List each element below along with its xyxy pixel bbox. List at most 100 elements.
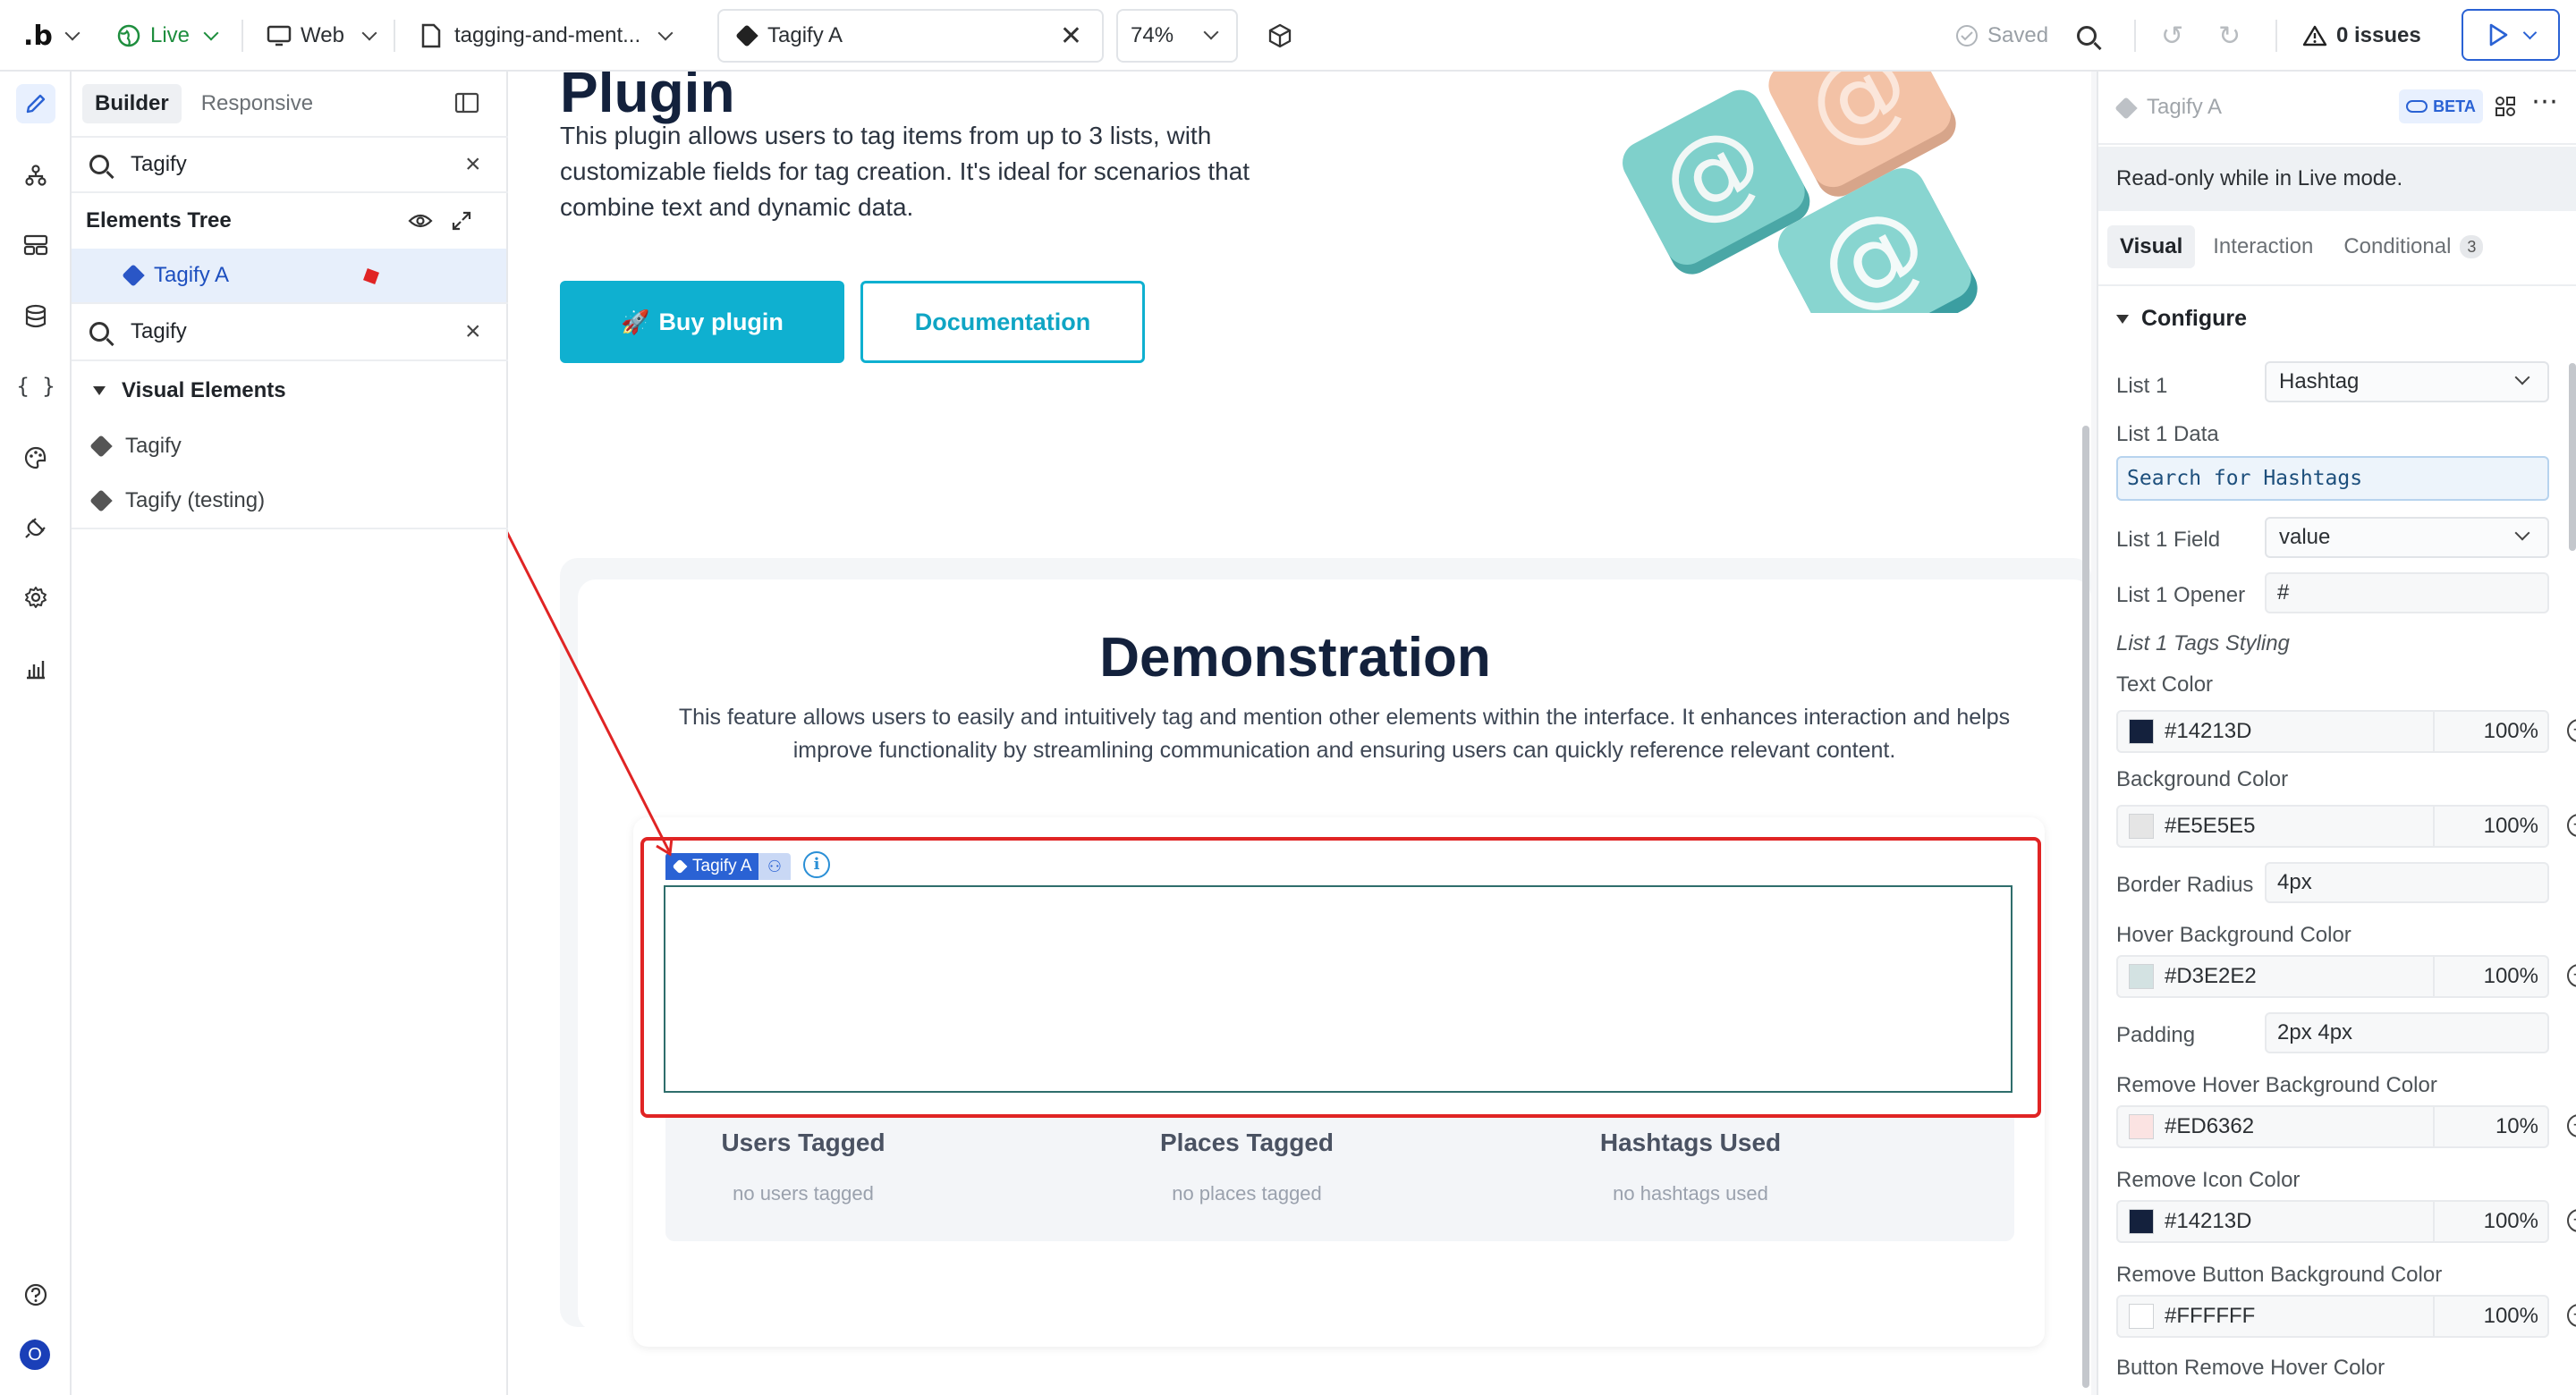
color-swatch[interactable] (2129, 1114, 2154, 1139)
page-label: tagging-and-ment... (454, 23, 641, 47)
list1-field-select[interactable]: value (2265, 517, 2549, 558)
color-swatch[interactable] (2129, 1209, 2154, 1234)
plus-circle-icon[interactable]: + (2567, 1209, 2576, 1232)
user-avatar[interactable]: O (20, 1340, 50, 1370)
monitor-icon (267, 25, 292, 46)
tab-visual[interactable]: Visual (2107, 225, 2196, 268)
selected-element-label: Tagify A (767, 23, 843, 47)
page-selector[interactable]: tagging-and-ment... (420, 0, 674, 72)
padding-label: Padding (2116, 1023, 2196, 1047)
canvas[interactable]: Plugin This plugin allows users to tag i… (508, 72, 2097, 1395)
hover-bg-field[interactable]: #D3E2E2 100% (2116, 955, 2549, 998)
caret-down-icon (93, 386, 106, 395)
rail-plugins-button[interactable] (16, 508, 55, 547)
properties-header: Tagify A BETA ⋯ (2098, 72, 2576, 145)
color-opacity[interactable]: 100% (2433, 1297, 2547, 1336)
color-opacity[interactable]: 100% (2433, 1202, 2547, 1241)
tab-interaction[interactable]: Interaction (2200, 225, 2326, 268)
element-search-input[interactable]: Tagify (131, 152, 187, 177)
button-remove-hover-label: Button Remove Hover Color (2116, 1356, 2385, 1380)
visual-elements-search-input[interactable]: Tagify (131, 319, 187, 344)
drag-handle[interactable] (363, 268, 379, 284)
color-opacity[interactable]: 10% (2433, 1107, 2547, 1146)
remove-btn-bg-field[interactable]: #FFFFFF 100% (2116, 1295, 2549, 1338)
tree-item-tagify-a[interactable]: Tagify A (72, 249, 506, 302)
color-swatch[interactable] (2129, 964, 2154, 989)
border-radius-input[interactable]: 4px (2265, 862, 2549, 903)
close-icon[interactable]: ✕ (1060, 21, 1082, 52)
canvas-scrollbar[interactable] (2082, 426, 2089, 1388)
device-selector[interactable]: Web (267, 0, 377, 72)
clear-search-icon[interactable]: × (465, 149, 481, 180)
tree-item-label: Tagify A (154, 263, 230, 287)
saved-label: Saved (1987, 23, 2049, 47)
remove-icon-field[interactable]: #14213D 100% (2116, 1200, 2549, 1243)
rail-design-button[interactable] (16, 84, 55, 123)
more-icon[interactable]: ⋯ (2531, 86, 2558, 117)
toggle-icon (2406, 100, 2428, 113)
list-item[interactable]: Tagify (testing) (72, 474, 508, 529)
zoom-selector[interactable]: 74% (1116, 9, 1238, 63)
color-hex: #D3E2E2 (2165, 964, 2257, 988)
rail-data-button[interactable] (16, 297, 55, 336)
color-swatch[interactable] (2129, 719, 2154, 744)
list1-select[interactable]: Hashtag (2265, 361, 2549, 402)
list1-value: Hashtag (2279, 369, 2360, 393)
list-item[interactable]: Tagify (72, 418, 508, 474)
undo-button[interactable]: ↺ (2161, 0, 2183, 72)
rail-styles-button[interactable] (16, 438, 55, 478)
configure-section-header[interactable]: Configure (2116, 306, 2247, 332)
color-opacity[interactable]: 100% (2433, 712, 2547, 751)
issues-button[interactable]: 0 issues (2302, 0, 2421, 72)
search-button[interactable] (2077, 0, 2097, 72)
preview-button[interactable] (2462, 9, 2560, 61)
visual-elements-search[interactable]: Tagify × (72, 304, 508, 361)
list1-data-label: List 1 Data (2116, 422, 2219, 446)
expand-icon[interactable] (451, 210, 472, 232)
env-selector[interactable]: Live (116, 0, 219, 72)
list1-field-value: value (2279, 525, 2331, 549)
rail-tree-button[interactable] (16, 156, 55, 195)
plus-circle-icon[interactable]: + (2567, 814, 2576, 837)
env-label: Live (150, 23, 191, 47)
plus-circle-icon[interactable]: + (2567, 1304, 2576, 1327)
rail-help-button[interactable] (16, 1275, 55, 1315)
rail-settings-button[interactable] (16, 578, 55, 617)
color-swatch[interactable] (2129, 1304, 2154, 1329)
visual-element-label: Tagify (testing) (125, 488, 266, 512)
color-opacity[interactable]: 100% (2433, 957, 2547, 996)
tab-builder[interactable]: Builder (82, 84, 182, 123)
elements-tree-title: Elements Tree (86, 208, 232, 232)
component-grid-icon[interactable] (2494, 95, 2517, 118)
remove-hover-field[interactable]: #ED6362 10% (2116, 1105, 2549, 1148)
toggle-panel-button[interactable] (454, 91, 479, 119)
visual-elements-header[interactable]: Visual Elements (72, 363, 508, 418)
rail-code-button[interactable]: { } (16, 367, 55, 406)
element-search[interactable]: Tagify × (72, 138, 508, 193)
beta-badge[interactable]: BETA (2399, 89, 2483, 123)
tab-conditional[interactable]: Conditional 3 (2331, 225, 2496, 268)
rail-analytics-button[interactable] (16, 649, 55, 689)
plus-circle-icon[interactable]: + (2567, 1114, 2576, 1137)
rail-layout-button[interactable] (16, 225, 55, 265)
visual-elements-title: Visual Elements (122, 378, 286, 402)
properties-scrollbar[interactable] (2569, 363, 2576, 551)
divider (242, 20, 243, 52)
bg-color-field[interactable]: #E5E5E5 100% (2116, 805, 2549, 848)
plus-circle-icon[interactable]: + (2567, 719, 2576, 742)
color-swatch[interactable] (2129, 814, 2154, 839)
cube-button[interactable] (1267, 0, 1293, 72)
clear-search-icon[interactable]: × (465, 317, 481, 347)
redo-button[interactable]: ↻ (2218, 0, 2241, 72)
eye-icon[interactable] (408, 212, 433, 230)
tag-icon (89, 489, 113, 512)
plus-circle-icon[interactable]: + (2567, 964, 2576, 987)
padding-input[interactable]: 2px 4px (2265, 1012, 2549, 1053)
text-color-field[interactable]: #14213D 100% (2116, 710, 2549, 753)
list1-data-field[interactable]: Search for Hashtags (2116, 456, 2549, 501)
list1-opener-input[interactable]: # (2265, 572, 2549, 613)
tab-responsive[interactable]: Responsive (189, 84, 326, 123)
app-logo-menu[interactable]: .b (23, 0, 80, 72)
selected-element-pill[interactable]: Tagify A ✕ (717, 9, 1104, 63)
color-opacity[interactable]: 100% (2433, 807, 2547, 846)
